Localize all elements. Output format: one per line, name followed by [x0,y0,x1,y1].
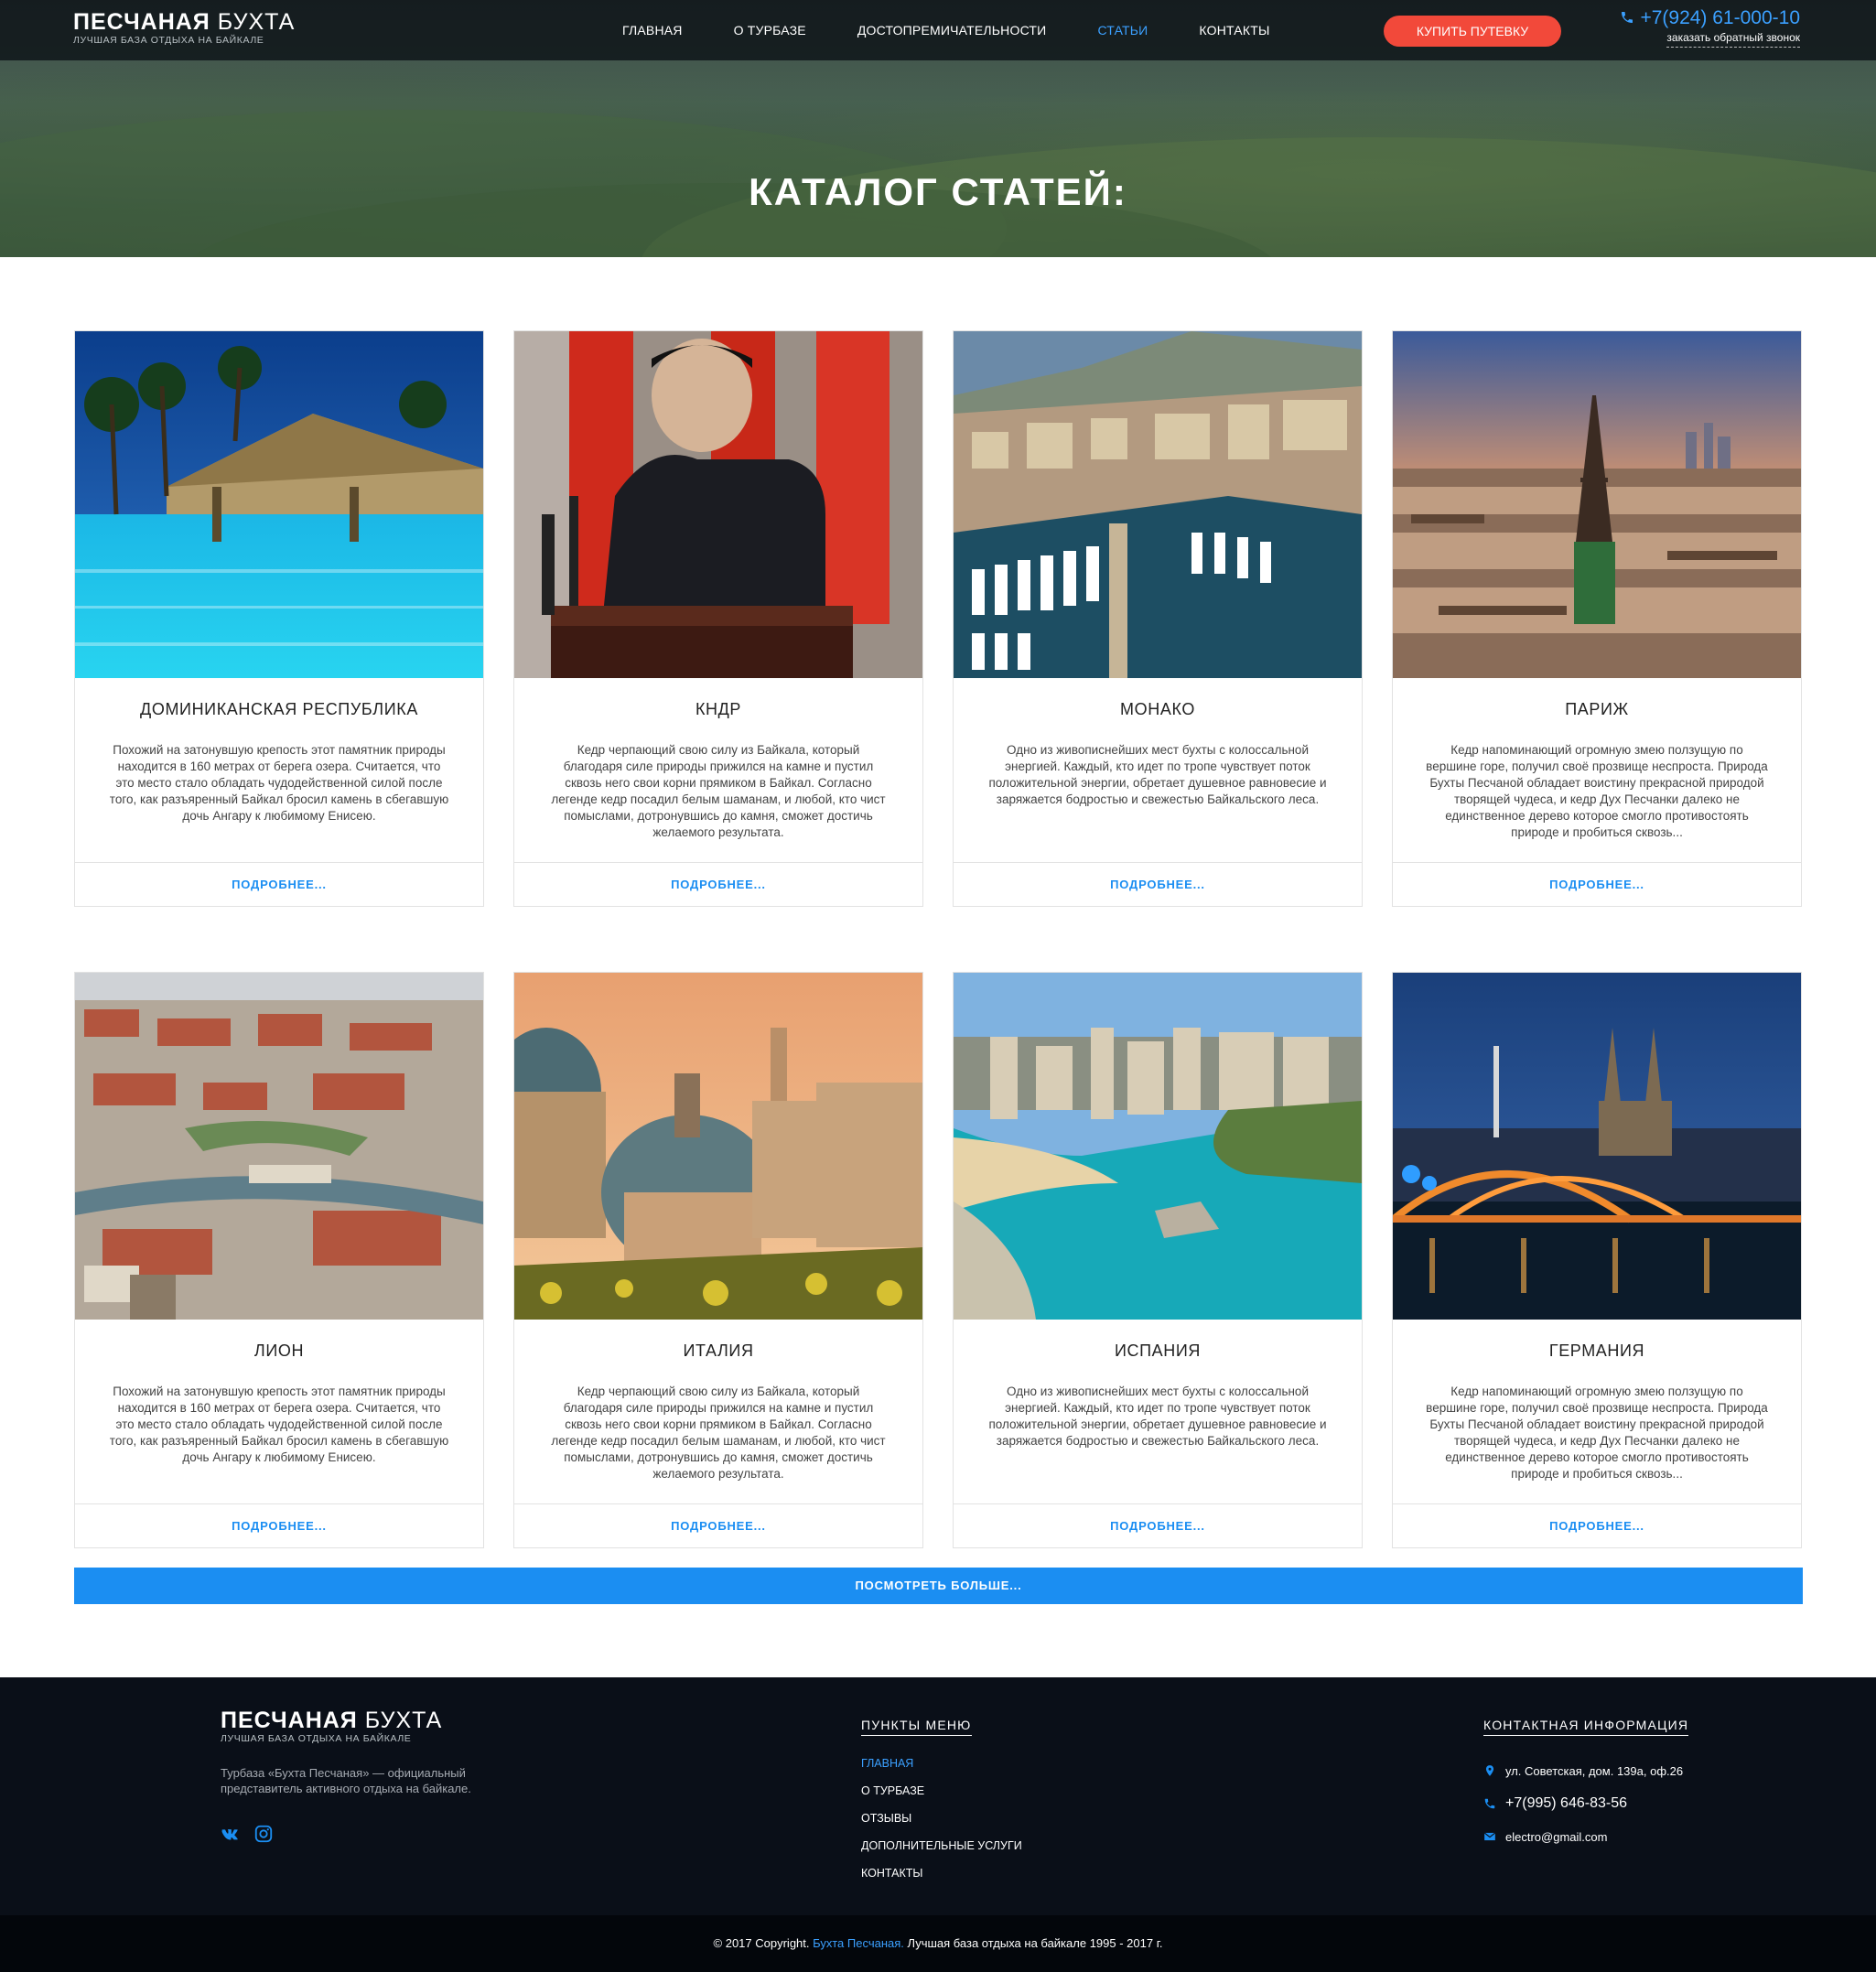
footer-contacts: ул. Советская, дом. 139а, оф.26 +7(995) … [1483,1754,1683,1853]
article-excerpt: Одно из живописнейших мест бухты с колос… [988,743,1327,806]
callback-link[interactable]: заказать обратный звонок [1666,31,1800,48]
copyright-suffix: Лучшая база отдыха на байкале 1995 - 201… [907,1936,1163,1950]
article-title[interactable]: КНДР [514,700,922,719]
article-card-germany[interactable]: ГЕРМАНИЯ Кедр напоминающий огромную змею… [1392,972,1802,1548]
article-image[interactable] [514,331,922,678]
nav-item-sights[interactable]: ДОСТОПРЕМИЧАТЕЛЬНОСТИ [857,23,1047,38]
page-title: КАТАЛОГ СТАТЕЙ: [749,170,1127,213]
beach-city-image [954,973,1362,1320]
logo-title-light: БУХТА [217,9,296,35]
footer-description: Турбаза «Бухта Песчаная» — официальный п… [221,1766,471,1795]
footer-address-text: ул. Советская, дом. 139а, оф.26 [1505,1763,1684,1778]
footer-logo[interactable]: ПЕСЧАНАЯ БУХТА лучшая база отдыха на бай… [221,1708,442,1744]
article-card-lyon[interactable]: ЛИОН Похожий на затонувшую крепость этот… [74,972,484,1548]
article-image[interactable] [75,973,483,1320]
read-more-link[interactable]: ПОДРОБНЕЕ... [514,863,922,907]
header-contact: +7(924) 61-000-10 заказать обратный звон… [1620,7,1800,48]
logo[interactable]: ПЕСЧАНАЯ БУХТА лучшая база отдыха на бай… [73,10,295,46]
article-image[interactable] [75,331,483,678]
top-navbar: ПЕСЧАНАЯ БУХТА лучшая база отдыха на бай… [0,0,1876,60]
footer: ПЕСЧАНАЯ БУХТА лучшая база отдыха на бай… [0,1677,1876,1915]
main-nav: ГЛАВНАЯ О ТУРБАЗЕ ДОСТОПРЕМИЧАТЕЛЬНОСТИ … [622,0,1321,60]
footer-menu-reviews[interactable]: ОТЗЫВЫ [861,1809,1022,1837]
lyon-city-image [75,973,483,1320]
footer-menu-about[interactable]: О ТУРБАЗЕ [861,1782,1022,1809]
footer-logo-bold: ПЕСЧАНАЯ [221,1708,358,1733]
article-image[interactable] [514,973,922,1320]
social-links [221,1824,274,1844]
article-card-paris[interactable]: ПАРИЖ Кедр напоминающий огромную змею по… [1392,330,1802,907]
article-title[interactable]: МОНАКО [954,700,1362,719]
article-excerpt: Одно из живописнейших мест бухты с колос… [988,1385,1327,1448]
read-more-link[interactable]: ПОДРОБНЕЕ... [75,863,483,907]
footer-email[interactable]: electro@gmail.com [1483,1820,1683,1853]
article-excerpt: Похожий на затонувшую крепость этот памя… [109,743,449,823]
header-phone-number: +7(924) 61-000-10 [1640,7,1800,28]
article-excerpt: Кедр напоминающий огромную змею ползущую… [1426,743,1768,839]
footer-phone[interactable]: +7(995) 646-83-56 [1483,1787,1683,1820]
cologne-night-image [1393,973,1801,1320]
phone-icon [1484,1798,1495,1809]
read-more-link[interactable]: ПОДРОБНЕЕ... [954,863,1362,907]
footer-logo-subtitle: лучшая база отдыха на байкале [221,1733,412,1744]
article-excerpt: Кедр черпающий свою силу из Байкала, кот… [551,743,886,839]
footer-menu: ГЛАВНАЯ О ТУРБАЗЕ ОТЗЫВЫ ДОПОЛНИТЕЛЬНЫЕ … [861,1754,1022,1891]
map-pin-icon [1485,1765,1494,1776]
footer-menu-contacts[interactable]: КОНТАКТЫ [861,1864,1022,1891]
article-title[interactable]: ЛИОН [75,1342,483,1361]
article-title[interactable]: ГЕРМАНИЯ [1393,1342,1801,1361]
article-image[interactable] [1393,973,1801,1320]
footer-logo-light: БУХТА [364,1708,443,1733]
tropical-pool-image [75,331,483,678]
read-more-link[interactable]: ПОДРОБНЕЕ... [954,1504,1362,1548]
read-more-link[interactable]: ПОДРОБНЕЕ... [1393,863,1801,907]
mail-icon [1483,1832,1496,1841]
vk-icon[interactable] [221,1824,241,1844]
nav-item-contacts[interactable]: КОНТАКТЫ [1199,23,1269,38]
article-image[interactable] [954,973,1362,1320]
header-phone[interactable]: +7(924) 61-000-10 [1620,7,1800,29]
logo-subtitle: лучшая база отдыха на байкале [73,35,264,46]
article-title[interactable]: ПАРИЖ [1393,700,1801,719]
copyright-prefix: © 2017 Copyright. [713,1936,810,1950]
nav-item-home[interactable]: ГЛАВНАЯ [622,23,683,38]
copyright-bar: © 2017 Copyright. Бухта Песчаная. Лучшая… [0,1915,1876,1972]
footer-menu-home[interactable]: ГЛАВНАЯ [861,1754,1022,1782]
article-card-spain[interactable]: ИСПАНИЯ Одно из живописнейших мест бухты… [953,972,1363,1548]
footer-address: ул. Советская, дом. 139а, оф.26 [1483,1754,1683,1787]
footer-menu-title: ПУНКТЫ МЕНЮ [861,1718,972,1736]
article-card-dprk[interactable]: КНДР Кедр черпающий свою силу из Байкала… [513,330,923,907]
article-excerpt: Кедр черпающий свою силу из Байкала, кот… [551,1385,886,1481]
buy-tour-button[interactable]: КУПИТЬ ПУТЕВКУ [1384,16,1561,47]
footer-phone-text: +7(995) 646-83-56 [1505,1795,1627,1811]
logo-title-bold: ПЕСЧАНАЯ [73,9,210,35]
footer-menu-services[interactable]: ДОПОЛНИТЕЛЬНЫЕ УСЛУГИ [861,1837,1022,1864]
article-card-dominican[interactable]: ДОМИНИКАНСКАЯ РЕСПУБЛИКА Похожий на зато… [74,330,484,907]
harbor-city-image [954,331,1362,678]
nav-item-about[interactable]: О ТУРБАЗЕ [734,23,806,38]
hero-banner: ПЕСЧАНАЯ БУХТА лучшая база отдыха на бай… [0,0,1876,257]
article-title[interactable]: ИТАЛИЯ [514,1342,922,1361]
read-more-link[interactable]: ПОДРОБНЕЕ... [514,1504,922,1548]
article-title[interactable]: ДОМИНИКАНСКАЯ РЕСПУБЛИКА [75,700,483,719]
footer-contacts-title: КОНТАКТНАЯ ИНФОРМАЦИЯ [1483,1718,1689,1736]
nav-item-articles[interactable]: СТАТЬИ [1097,23,1148,38]
speaker-podium-image [514,331,922,678]
rome-domes-image [514,973,922,1320]
article-image[interactable] [954,331,1362,678]
copyright-brand-link[interactable]: Бухта Песчаная. [813,1936,904,1950]
instagram-icon[interactable] [253,1824,274,1844]
show-more-button[interactable]: ПОСМОТРЕТЬ БОЛЬШЕ... [74,1568,1803,1604]
article-card-italy[interactable]: ИТАЛИЯ Кедр черпающий свою силу из Байка… [513,972,923,1548]
read-more-link[interactable]: ПОДРОБНЕЕ... [1393,1504,1801,1548]
article-image[interactable] [1393,331,1801,678]
phone-icon [1622,12,1633,23]
eiffel-tower-image [1393,331,1801,678]
footer-email-text: electro@gmail.com [1505,1829,1608,1844]
article-title[interactable]: ИСПАНИЯ [954,1342,1362,1361]
article-excerpt: Кедр напоминающий огромную змею ползущую… [1426,1385,1768,1481]
article-card-monaco[interactable]: МОНАКО Одно из живописнейших мест бухты … [953,330,1363,907]
article-excerpt: Похожий на затонувшую крепость этот памя… [109,1385,449,1464]
read-more-link[interactable]: ПОДРОБНЕЕ... [75,1504,483,1548]
